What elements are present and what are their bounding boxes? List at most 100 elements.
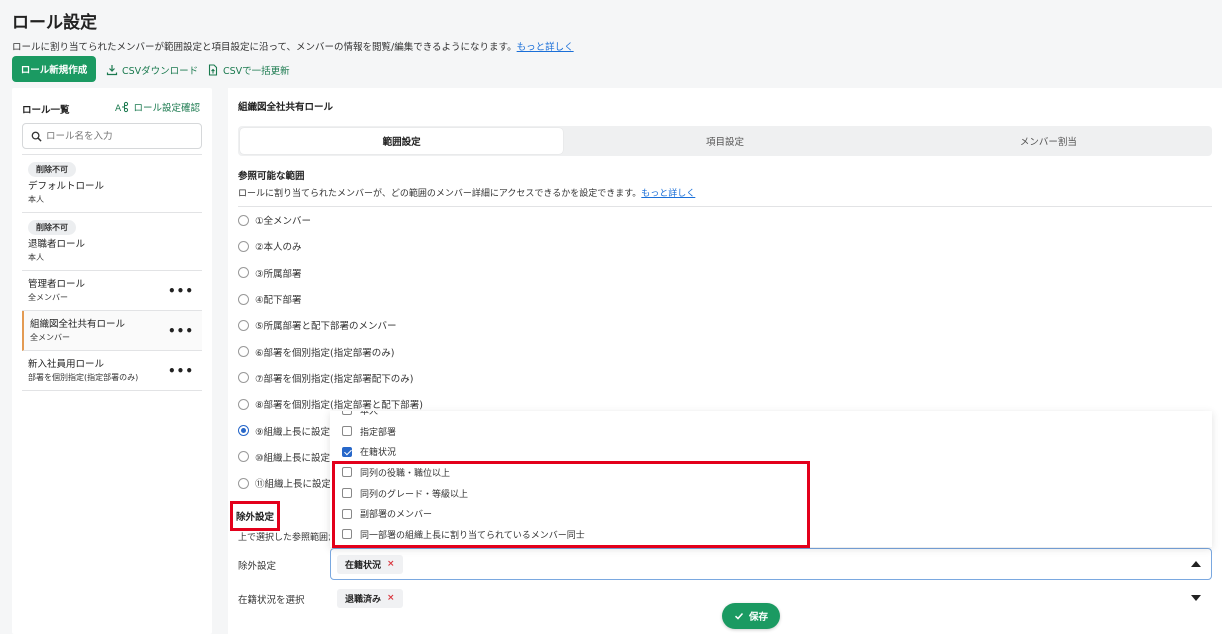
more-details-link[interactable]: もっと詳しく xyxy=(517,42,574,53)
page-title: ロール設定 xyxy=(12,13,97,33)
remove-chip-icon[interactable]: × xyxy=(387,593,395,603)
checkbox[interactable] xyxy=(342,411,352,416)
scope-section-title: 参照可能な範囲 xyxy=(238,171,305,182)
dropdown-option-sub-dept-members[interactable]: 副部署のメンバー xyxy=(330,503,1212,524)
role-search-box[interactable] xyxy=(22,123,202,149)
csv-download-button[interactable]: CSVダウンロード xyxy=(106,62,198,78)
checkbox-checked[interactable] xyxy=(342,446,352,457)
chip-label: 在籍状況 xyxy=(345,560,382,571)
download-icon xyxy=(106,65,118,76)
dropdown-option-label: 副部署のメンバー xyxy=(360,510,433,521)
exclusion-select[interactable]: 在籍状況 × xyxy=(330,548,1212,580)
exclusion-description: 上で選択した参照範囲か xyxy=(238,533,338,543)
radio-button[interactable] xyxy=(238,293,249,305)
csv-download-label: CSVダウンロード xyxy=(122,66,199,77)
role-list-sidebar: ロール一覧 A ロール設定確認 削除不可 デフォルトロール 本人 削除不可 退職… xyxy=(12,88,212,634)
role-settings-confirm-link[interactable]: A ロール設定確認 xyxy=(115,100,200,114)
page-description-text: ロールに割り当てられたメンバーが範囲設定と項目設定に沿って、メンバーの情報を閲覧… xyxy=(12,42,517,53)
scope-option-own-and-sub-departments[interactable]: ⑤所属部署と配下部署のメンバー xyxy=(238,312,1212,338)
tab-member-assignment[interactable]: メンバー割当 xyxy=(887,128,1210,154)
radio-button[interactable] xyxy=(238,319,249,331)
exclusion-dropdown-menu: 本人 指定部署 在籍状況 同列の役職・職位以上 同列のグレード・等級以上 副部署… xyxy=(330,411,1212,547)
dropdown-option-label: 本人 xyxy=(360,411,379,417)
undeletable-badge: 削除不可 xyxy=(28,162,76,177)
role-name: 退職者ロール xyxy=(28,239,86,250)
role-search-input[interactable] xyxy=(46,130,186,142)
file-upload-icon xyxy=(208,64,218,76)
role-name: デフォルトロール xyxy=(28,181,105,192)
radio-button[interactable] xyxy=(238,214,249,226)
checkbox[interactable] xyxy=(342,426,352,437)
scope-option-label: ⑨組織上長に設定さ xyxy=(255,426,340,438)
checkbox[interactable] xyxy=(342,529,352,540)
dropdown-option-label: 同一部署の組織上長に割り当てられているメンバー同士 xyxy=(360,530,585,541)
scope-option-sub-departments[interactable]: ④配下部署 xyxy=(238,286,1212,312)
radio-button[interactable] xyxy=(238,398,249,410)
search-icon xyxy=(31,131,42,142)
scope-option-label: ③所属部署 xyxy=(255,268,302,280)
org-chart-icon: A xyxy=(115,101,129,113)
dropdown-option-specified-dept[interactable]: 指定部署 xyxy=(330,421,1212,442)
tab-field-settings[interactable]: 項目設定 xyxy=(563,128,886,154)
radio-button[interactable] xyxy=(238,267,249,279)
caret-down-icon xyxy=(1191,595,1201,601)
role-detail-title: 組織図全社共有ロール xyxy=(238,102,334,113)
undeletable-badge: 削除不可 xyxy=(28,220,76,235)
scope-option-label: ④配下部署 xyxy=(255,295,302,307)
scope-option-label: ①全メンバー xyxy=(255,216,312,228)
checkbox[interactable] xyxy=(342,508,352,519)
save-button[interactable]: 保存 xyxy=(722,603,780,629)
dropdown-option-label: 同列の役職・職位以上 xyxy=(360,468,451,479)
checkbox[interactable] xyxy=(342,467,352,478)
scope-option-label: ②本人のみ xyxy=(255,242,302,254)
role-item-org-chart-shared[interactable]: 組織図全社共有ロール 全メンバー ••• xyxy=(22,311,202,351)
scope-option-specified-dept-only[interactable]: ⑥部署を個別指定(指定部署のみ) xyxy=(238,338,1212,364)
role-item-admin[interactable]: 管理者ロール 全メンバー ••• xyxy=(22,271,202,311)
dropdown-option-same-dept-managers[interactable]: 同一部署の組織上長に割り当てられているメンバー同士 xyxy=(330,524,1212,545)
role-list-title: ロール一覧 xyxy=(22,105,70,116)
role-item-new-employee[interactable]: 新入社員用ロール 部署を個別指定(指定部署のみ) ••• xyxy=(22,351,202,391)
scope-description: ロールに割り当てられたメンバーが、どの範囲のメンバー詳細にアクセスできるかを設定… xyxy=(238,186,695,199)
dropdown-option-employment-status[interactable]: 在籍状況 xyxy=(330,441,1212,462)
employment-status-field-label: 在籍状況を選択 xyxy=(238,595,305,606)
radio-button[interactable] xyxy=(238,240,249,252)
role-scope: 本人 xyxy=(28,253,44,262)
scope-option-all-members[interactable]: ①全メンバー xyxy=(238,207,1212,233)
role-item-retired[interactable]: 削除不可 退職者ロール 本人 xyxy=(22,213,202,271)
role-settings-confirm-label: ロール設定確認 xyxy=(133,103,200,114)
role-list: 削除不可 デフォルトロール 本人 削除不可 退職者ロール 本人 管理者ロール 全… xyxy=(22,154,202,391)
scope-option-label: ⑥部署を個別指定(指定部署のみ) xyxy=(255,347,395,359)
dropdown-option-label: 同列のグレード・等級以上 xyxy=(360,489,469,500)
radio-button[interactable] xyxy=(238,451,249,463)
radio-button[interactable] xyxy=(238,372,249,384)
scope-option-self-only[interactable]: ②本人のみ xyxy=(238,233,1212,259)
exclusion-section-title: 除外設定 xyxy=(230,501,280,531)
csv-bulk-update-button[interactable]: CSVで一括更新 xyxy=(207,62,290,78)
more-options-icon[interactable]: ••• xyxy=(168,324,194,338)
checkbox[interactable] xyxy=(342,488,352,499)
scope-more-link[interactable]: もっと詳しく xyxy=(641,189,695,199)
chip-label: 退職済み xyxy=(345,594,382,605)
scope-description-text: ロールに割り当てられたメンバーが、どの範囲のメンバー詳細にアクセスできるかを設定… xyxy=(238,189,642,199)
status-chip: 退職済み × xyxy=(337,588,403,608)
radio-button[interactable] xyxy=(238,346,249,358)
radio-button-selected[interactable] xyxy=(238,425,249,437)
scope-option-label: ⑤所属部署と配下部署のメンバー xyxy=(255,321,397,333)
remove-chip-icon[interactable]: × xyxy=(387,559,395,569)
csv-bulk-update-label: CSVで一括更新 xyxy=(223,66,290,77)
scope-option-label: ⑩組織上長に設定さ xyxy=(255,452,340,464)
dropdown-option-same-position[interactable]: 同列の役職・職位以上 xyxy=(330,462,1212,483)
page-description: ロールに割り当てられたメンバーが範囲設定と項目設定に沿って、メンバーの情報を閲覧… xyxy=(12,39,574,53)
caret-up-icon xyxy=(1191,561,1201,567)
more-options-icon[interactable]: ••• xyxy=(168,284,194,298)
scope-option-own-department[interactable]: ③所属部署 xyxy=(238,260,1212,286)
tab-scope-settings[interactable]: 範囲設定 xyxy=(240,128,564,154)
more-options-icon[interactable]: ••• xyxy=(168,364,194,378)
radio-button[interactable] xyxy=(238,477,249,489)
scope-option-specified-dept-sub-only[interactable]: ⑦部署を個別指定(指定部署配下のみ) xyxy=(238,365,1212,391)
dropdown-option-self[interactable]: 本人 xyxy=(330,411,1212,421)
dropdown-option-same-grade[interactable]: 同列のグレード・等級以上 xyxy=(330,483,1212,504)
role-item-default[interactable]: 削除不可 デフォルトロール 本人 xyxy=(22,155,202,213)
dropdown-option-label: 指定部署 xyxy=(360,427,397,438)
new-role-button[interactable]: ロール新規作成 xyxy=(12,56,96,82)
